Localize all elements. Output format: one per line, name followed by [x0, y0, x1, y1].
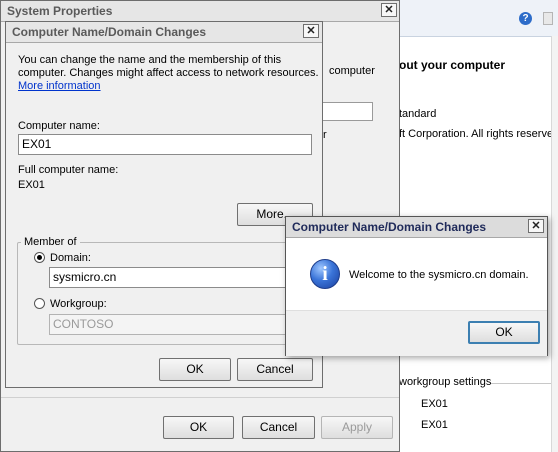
about-heading: out your computer [399, 58, 506, 72]
welcome-titlebar[interactable]: Computer Name/Domain Changes ✕ [286, 217, 547, 238]
workgroup-input[interactable]: CONTOSO [49, 314, 305, 335]
system-properties-partial-label: r [323, 129, 327, 141]
full-computer-name-text: EX01 [18, 179, 45, 191]
info-icon: i [310, 259, 340, 289]
workgroup-settings-label: workgroup settings [399, 376, 492, 388]
workgroup-settings-divider [491, 383, 551, 384]
name-changes-dialog: Computer Name/Domain Changes ✕ You can c… [5, 21, 323, 388]
computer-name-input[interactable]: EX01 [18, 134, 312, 155]
system-properties-apply-button[interactable]: Apply [321, 416, 393, 439]
edition-text: tandard [399, 108, 437, 120]
domain-radio[interactable] [34, 252, 45, 263]
more-information-link[interactable]: More information [18, 80, 101, 93]
system-properties-partial-text: computer [329, 65, 375, 77]
computer-name-label: Computer name: [18, 120, 100, 132]
background-top-strip [395, 0, 558, 37]
workgroup-radio[interactable] [34, 298, 45, 309]
full-computer-name-label: Full computer name: [18, 164, 119, 176]
name-changes-titlebar[interactable]: Computer Name/Domain Changes ✕ [6, 22, 322, 43]
name-changes-close-button[interactable]: ✕ [303, 24, 319, 38]
domain-label: Domain: [50, 252, 91, 264]
system-properties-close-button[interactable]: ✕ [381, 3, 397, 17]
name-changes-cancel-button[interactable]: Cancel [237, 358, 313, 381]
name-changes-description-line1: You can change the name and the membersh… [18, 54, 282, 66]
full-computer-name-value: EX01 [421, 398, 448, 410]
domain-input[interactable]: sysmicro.cn [49, 267, 305, 288]
name-changes-title: Computer Name/Domain Changes [12, 25, 207, 39]
system-properties-partial-input[interactable] [323, 102, 373, 121]
welcome-ok-button[interactable]: OK [468, 321, 540, 344]
vertical-scrollbar[interactable] [551, 36, 558, 452]
welcome-close-button[interactable]: ✕ [528, 219, 544, 233]
computer-description-value: EX01 [421, 419, 448, 431]
system-properties-title: System Properties [7, 4, 113, 18]
scroll-indicator[interactable] [543, 12, 553, 25]
name-changes-ok-button[interactable]: OK [159, 358, 231, 381]
member-of-legend: Member of [21, 236, 80, 249]
system-properties-bottom-divider [1, 397, 399, 398]
welcome-dialog: Computer Name/Domain Changes ✕ i Welcome… [285, 216, 548, 356]
system-properties-titlebar[interactable]: System Properties ✕ [1, 1, 399, 22]
name-changes-description-line2: computer. Changes might affect access to… [18, 67, 319, 79]
help-icon[interactable]: ? [519, 12, 532, 25]
system-properties-ok-button[interactable]: OK [163, 416, 234, 439]
workgroup-label: Workgroup: [50, 298, 107, 310]
welcome-title: Computer Name/Domain Changes [292, 220, 487, 234]
copyright-text: ft Corporation. All rights reserve [399, 128, 554, 140]
system-properties-cancel-button[interactable]: Cancel [242, 416, 315, 439]
welcome-message: Welcome to the sysmicro.cn domain. [349, 269, 529, 281]
